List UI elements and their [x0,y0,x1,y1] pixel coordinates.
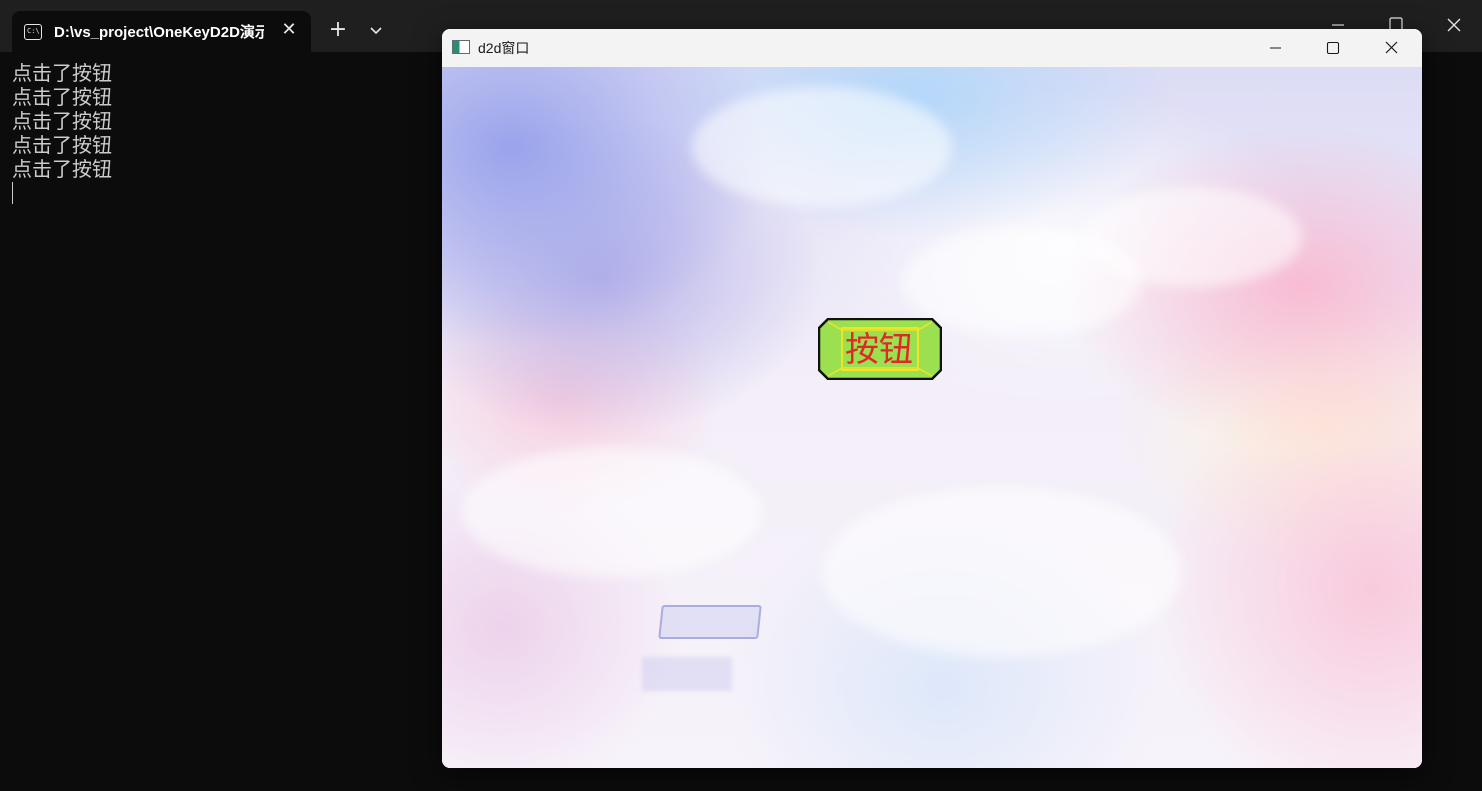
output-line: 点击了按钮 [12,61,112,85]
cloud-decoration [692,87,952,207]
bench-image [658,605,762,639]
plus-icon[interactable]: + [326,18,350,42]
text-cursor [12,182,13,204]
window-title: d2d窗口 [478,40,530,56]
terminal-close-button[interactable] [1438,10,1470,40]
close-tab-icon[interactable]: ✕ [281,21,297,39]
close-button[interactable] [1368,33,1414,63]
chevron-down-icon[interactable] [364,18,388,42]
maximize-button[interactable] [1310,33,1356,63]
terminal-output[interactable]: 点击了按钮 点击了按钮 点击了按钮 点击了按钮 点击了按钮 [12,61,112,204]
button-label: 按钮 [845,330,913,370]
terminal-tab-title: D:\vs_project\OneKeyD2D演示 [54,24,264,41]
cloud-decoration [1082,187,1302,287]
terminal-tab[interactable]: D:\vs_project\OneKeyD2D演示 ✕ [12,11,311,52]
d2d-canvas[interactable]: 按钮 [442,67,1422,768]
cloud-decoration [822,487,1182,657]
cloud-decoration [462,447,762,577]
app-icon [452,40,470,54]
d2d-titlebar[interactable]: d2d窗口 [442,29,1422,67]
output-line: 点击了按钮 [12,157,112,181]
cmd-icon [24,23,42,40]
output-line: 点击了按钮 [12,109,112,133]
output-line: 点击了按钮 [12,85,112,109]
d2d-window: d2d窗口 按钮 [442,29,1422,768]
minimize-button[interactable] [1252,33,1298,63]
d2d-button[interactable]: 按钮 [818,318,942,380]
bench-reflection [642,657,732,691]
output-line: 点击了按钮 [12,133,112,157]
